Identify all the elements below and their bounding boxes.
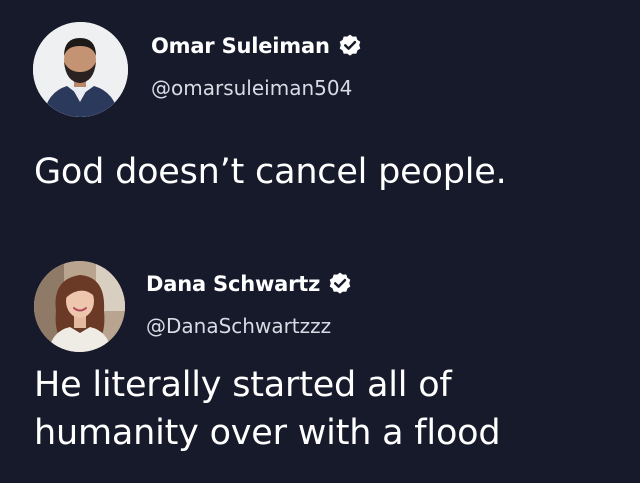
author-row: Omar Suleiman xyxy=(151,33,363,59)
user-handle[interactable]: @omarsuleiman504 xyxy=(151,76,352,100)
avatar-photo-dana xyxy=(34,261,125,352)
tweet-text: He literally started all of humanity ove… xyxy=(34,361,624,457)
user-handle[interactable]: @DanaSchwartzzz xyxy=(146,314,331,338)
display-name[interactable]: Dana Schwartz xyxy=(146,272,320,296)
author-row: Dana Schwartz xyxy=(146,271,353,297)
avatar-photo-omar xyxy=(33,22,128,117)
verified-badge-icon xyxy=(327,271,353,297)
tweet-text-line-1: He literally started all of xyxy=(34,365,452,405)
avatar-omar-suleiman[interactable] xyxy=(33,22,128,117)
display-name[interactable]: Omar Suleiman xyxy=(151,34,330,58)
avatar-dana-schwartz[interactable] xyxy=(34,261,125,352)
tweet-text: God doesn’t cancel people. xyxy=(34,152,507,192)
tweet-text-line-2: humanity over with a flood xyxy=(34,413,501,453)
verified-badge-icon xyxy=(337,33,363,59)
